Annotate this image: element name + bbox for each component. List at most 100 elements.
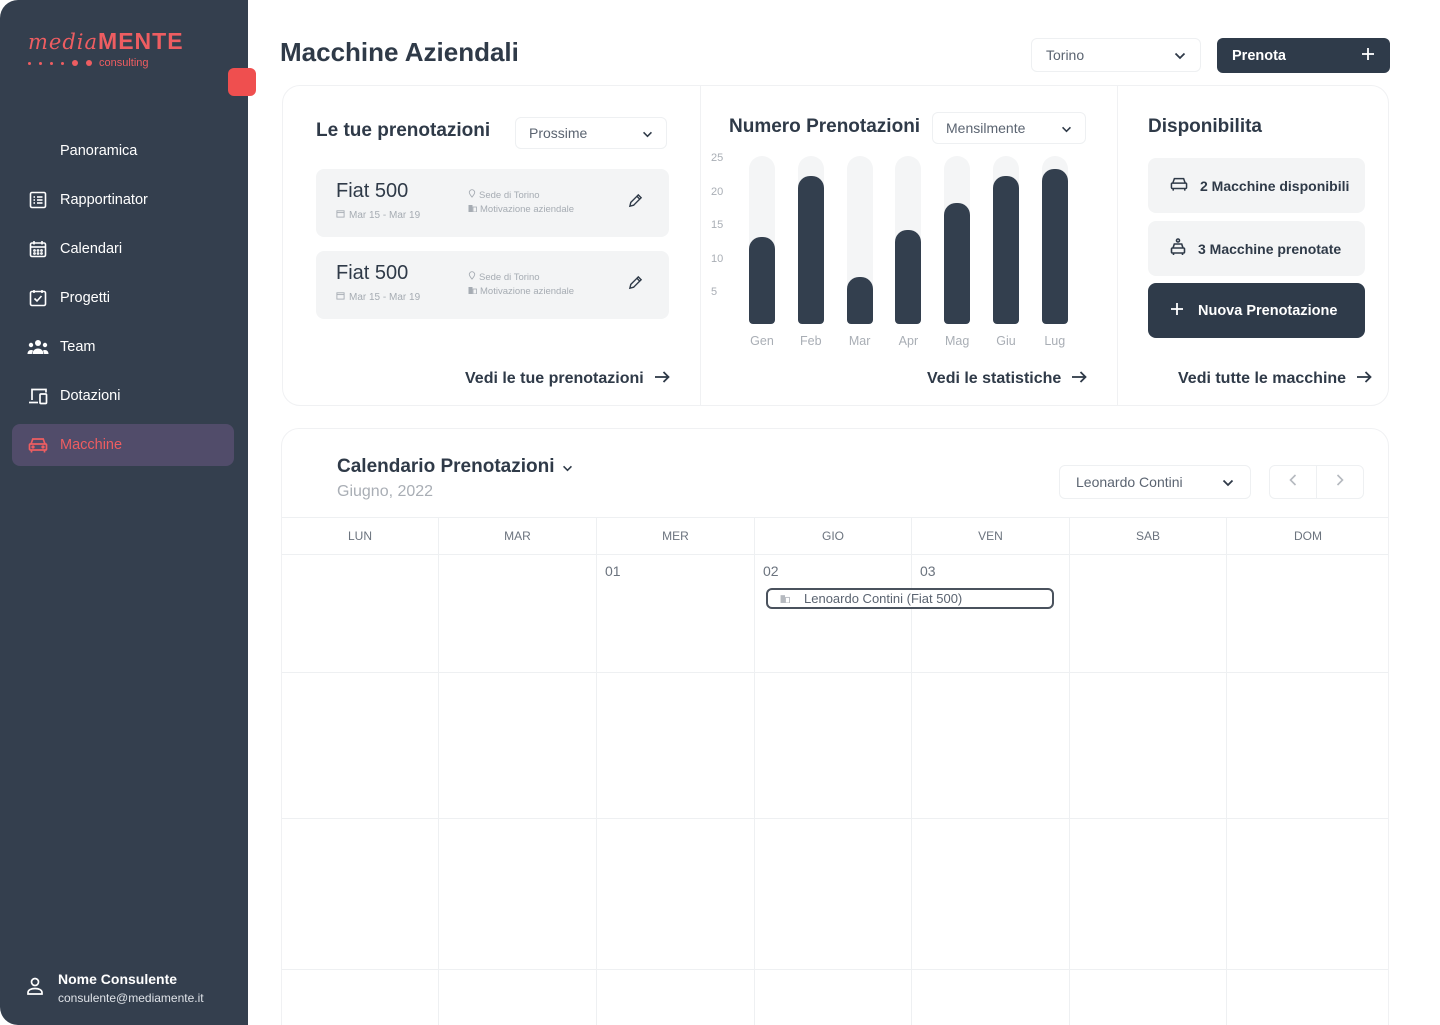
sidebar-item-team[interactable]: Team [12,326,234,368]
calendar-day[interactable] [439,970,597,1025]
calendar-day[interactable] [282,673,439,818]
calendar-day[interactable] [439,673,597,818]
bar-mag[interactable] [944,203,971,324]
prev-month-button[interactable] [1270,466,1317,498]
calendar-weekdays: LUN MAR MER GIO VEN SAB DOM [282,517,1388,555]
calendar-day[interactable] [597,970,755,1025]
book-button[interactable]: Prenota [1217,38,1390,73]
pencil-icon[interactable] [628,275,643,295]
user-name: Nome Consulente [58,971,178,987]
bookings-filter-select[interactable]: Prossime [515,117,667,149]
booking-dates: Mar 15 - Mar 19 [336,209,420,221]
y-tick-label: 20 [711,185,724,198]
sidebar-item-dotazioni[interactable]: Dotazioni [12,375,234,417]
calendar-day[interactable] [755,673,912,818]
calendar-day[interactable] [1227,673,1388,818]
sidebar-item-calendari[interactable]: Calendari [12,228,234,270]
sidebar-item-label: Dotazioni [60,388,121,404]
calendar-day[interactable] [597,819,755,969]
calendar-day[interactable] [912,970,1070,1025]
calendar-day[interactable] [1070,819,1227,969]
booking-card[interactable]: Fiat 500 Mar 15 - Mar 19 Sede di Torino … [316,251,669,319]
new-booking-button[interactable]: Nuova Prenotazione [1148,283,1365,338]
bar-gen[interactable] [749,236,775,324]
team-icon [26,335,50,359]
calendar-event[interactable]: Lenoardo Contini (Fiat 500) [766,588,1054,609]
calendar-day[interactable] [597,673,755,818]
building-icon [468,285,477,299]
bookings-title: Le tue prenotazioni [316,120,491,141]
view-stats-link[interactable]: Vedi le statistiche [927,370,1088,388]
sidebar-collapse-button[interactable] [228,68,256,96]
bar-feb[interactable] [797,176,824,324]
y-tick-label: 5 [711,286,718,299]
plus-icon [1361,47,1375,65]
view-bookings-link[interactable]: Vedi le tue prenotazioni [465,370,670,388]
new-booking-label: Nuova Prenotazione [1198,302,1338,319]
calendar-day[interactable] [1227,819,1388,969]
calendar-day[interactable]: 02 [755,555,912,672]
calendar-day[interactable]: 03 [912,555,1070,672]
calendar-day[interactable] [282,555,439,672]
sidebar-item-rapportinator[interactable]: Rapportinator [12,179,234,221]
y-tick-label: 15 [711,219,724,232]
bar-apr[interactable] [895,229,922,324]
y-tick-label: 25 [711,152,724,164]
chevron-down-icon [1061,120,1072,136]
calendar-day[interactable] [439,555,597,672]
person-select[interactable]: Leonardo Contini [1059,465,1251,499]
devices-icon [26,384,50,408]
brand-logo[interactable]: mediaMENTE consulting [28,28,184,69]
user-profile[interactable]: Nome Consulente consulente@mediamente.it [24,971,204,1005]
calendar-day[interactable] [755,970,912,1025]
view-bookings-label: Vedi le tue prenotazioni [465,370,644,387]
list-icon [26,188,50,212]
calendar-title[interactable]: Calendario Prenotazioni [337,456,573,478]
bar-mar[interactable] [846,276,873,324]
car-icon [1170,176,1188,195]
view-stats-label: Vedi le statistiche [927,370,1062,387]
checkbox-icon [26,286,50,310]
calendar-day[interactable] [439,819,597,969]
availability-title: Disponibilita [1148,116,1262,137]
calendar-day[interactable]: 01 [597,555,755,672]
calendar-event-label: Lenoardo Contini (Fiat 500) [804,591,963,606]
booked-cars[interactable]: 3 Macchine prenotate [1148,221,1365,276]
calendar-day[interactable] [1070,970,1227,1025]
calendar-day[interactable] [1227,970,1388,1025]
summary-card: Le tue prenotazioni Prossime Fiat 500 Ma… [282,85,1389,406]
calendar-day[interactable] [1070,555,1227,672]
calendar-day[interactable] [1070,673,1227,818]
next-month-button[interactable] [1317,466,1363,498]
booking-card[interactable]: Fiat 500 Mar 15 - Mar 19 Sede di Torino … [316,169,669,237]
location-pin-icon [468,271,476,285]
divider [1117,86,1118,405]
sidebar-item-panoramica[interactable]: Panoramica [12,130,234,172]
view-all-cars-link[interactable]: Vedi tutte le macchine [1178,370,1372,388]
location-select[interactable]: Torino [1031,38,1201,72]
calendar-day[interactable] [912,673,1070,818]
calendar-day[interactable] [1227,555,1388,672]
pencil-icon[interactable] [628,193,643,213]
stats-period-select[interactable]: Mensilmente [932,112,1086,144]
calendar-day[interactable] [912,819,1070,969]
logo-wordmark: mediaMENTE [28,28,184,54]
car-key-icon [1170,238,1186,259]
building-icon [468,203,477,217]
chevron-down-icon [1174,47,1186,63]
sidebar-item-progetti[interactable]: Progetti [12,277,234,319]
x-tick-label: Mar [848,334,871,348]
bar-giu[interactable] [993,176,1019,324]
x-tick-label: Apr [898,334,919,348]
calendar-day[interactable] [282,819,439,969]
calendar-month: Giugno, 2022 [337,483,434,500]
plus-icon [1170,302,1184,320]
calendar-day[interactable] [282,970,439,1025]
available-cars[interactable]: 2 Macchine disponibili [1148,158,1365,213]
stats-title: Numero Prenotazioni [729,116,921,137]
sidebar-item-macchine[interactable]: Macchine [12,424,234,466]
calendar-day[interactable] [755,819,912,969]
available-cars-label: 2 Macchine disponibili [1200,177,1350,194]
bar-lug[interactable] [1041,169,1068,324]
chevron-right-icon [1336,473,1344,491]
